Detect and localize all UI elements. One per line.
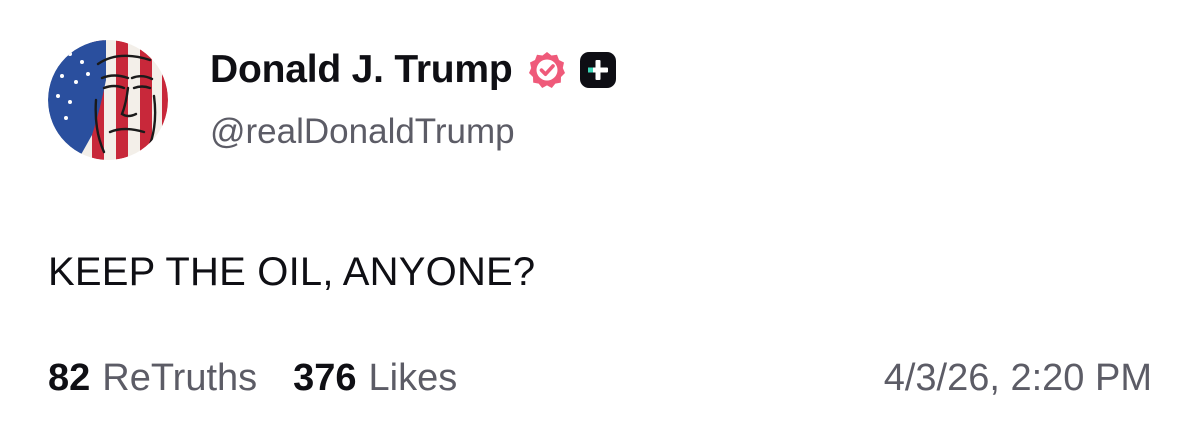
post-timestamp: 4/3/26, 2:20 PM — [883, 356, 1152, 399]
author-block: Donald J. Trump @realDonaldTrump — [210, 44, 617, 152]
verified-badge-icon — [527, 50, 567, 90]
user-handle[interactable]: @realDonaldTrump — [210, 112, 617, 152]
likes-count: 376 — [293, 356, 357, 399]
likes-stat[interactable]: 376 Likes — [293, 357, 457, 400]
retruths-stat[interactable]: 82 ReTruths — [48, 357, 257, 400]
truth-plus-icon — [579, 51, 617, 89]
post-card: Donald J. Trump @realDonaldTrump KEEP TH… — [0, 0, 1200, 445]
retruths-label: ReTruths — [102, 356, 258, 399]
post-stats: 82 ReTruths 376 Likes 4/3/26, 2:20 PM — [48, 352, 1152, 404]
name-row: Donald J. Trump — [210, 44, 617, 96]
display-name[interactable]: Donald J. Trump — [210, 48, 513, 92]
flag-portrait-avatar-image — [48, 40, 168, 160]
avatar[interactable] — [48, 40, 168, 160]
post-text: KEEP THE OIL, ANYONE? — [48, 250, 536, 294]
likes-label: Likes — [368, 356, 458, 399]
retruths-count: 82 — [48, 356, 91, 399]
